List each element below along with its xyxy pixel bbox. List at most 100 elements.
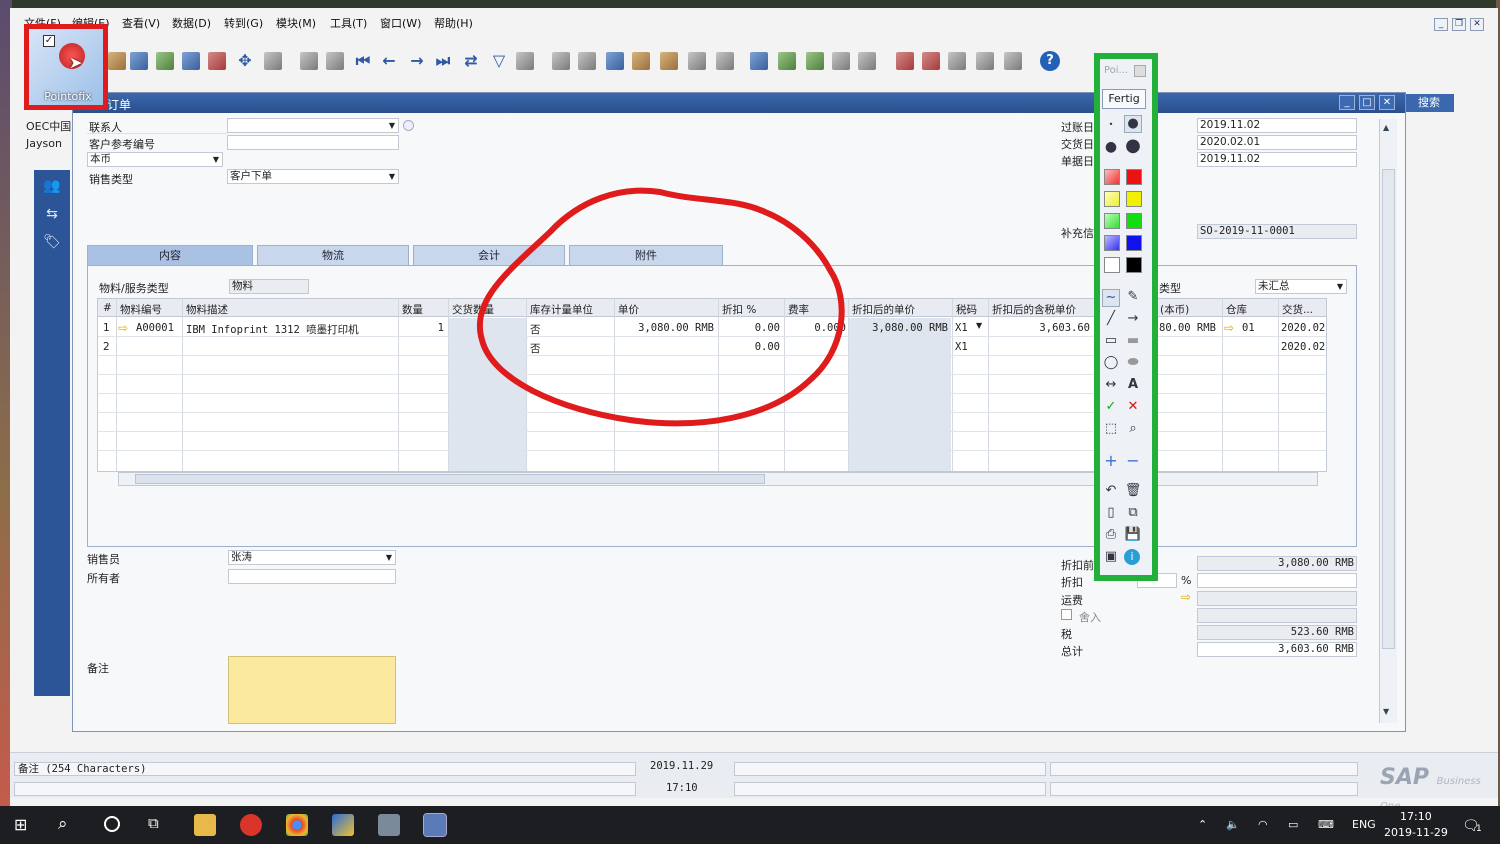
menu-view[interactable]: 查看(V) [122,15,160,31]
minimize-button[interactable]: _ [1434,18,1448,31]
search-icon[interactable]: ⌕ [58,814,68,834]
black-swatch[interactable] [1126,257,1142,273]
link-arrow-icon[interactable]: ⇨ [1181,590,1191,604]
filled-ellipse-icon[interactable]: ⬬ [1124,355,1142,371]
help-icon[interactable]: ? [1040,51,1060,71]
last-record-icon[interactable]: ⏭ [434,52,452,70]
chevron-up-icon[interactable]: ⌃ [1198,818,1207,831]
cortana-icon[interactable] [104,816,120,832]
zoom-in-icon[interactable]: + [1102,453,1120,469]
payment-icon[interactable] [632,52,650,70]
message-icon[interactable] [832,52,850,70]
row-1-rate[interactable]: 0.000 [784,322,846,334]
remarks-textarea[interactable] [228,656,396,724]
scroll-thumb[interactable] [1382,169,1395,649]
menu-tools[interactable]: 工具(T) [330,15,367,31]
check-icon[interactable]: ✓ [1102,399,1120,415]
scroll-down-icon[interactable]: ▼ [1383,707,1389,716]
row-1-item-code[interactable]: A00001 [136,322,174,334]
medium-dot-icon[interactable]: ● [1124,115,1142,133]
ellipse-icon[interactable]: ◯ [1102,355,1120,371]
book-icon[interactable] [688,52,706,70]
cross-icon[interactable]: ✕ [1124,399,1142,415]
app-windows-icon[interactable] [332,814,354,836]
posting-date-field[interactable]: 2019.11.02 [1197,118,1357,133]
salestype-select[interactable]: 客户下单 ▼ [227,169,399,184]
vertical-scrollbar[interactable]: ▲ ▼ [1379,119,1397,723]
menu-window[interactable]: 窗口(W) [380,15,421,31]
info-icon[interactable]: i [1124,549,1140,565]
restore-button[interactable]: ❐ [1452,18,1466,31]
checkbox-icon[interactable]: ✓ [43,35,55,47]
light-green-swatch[interactable] [1104,213,1120,229]
language-indicator[interactable]: ENG [1352,818,1376,831]
row-1-inventory-uom[interactable]: 否 [530,322,541,337]
base-document-icon[interactable] [552,52,570,70]
first-record-icon[interactable]: ⏮ [354,52,372,70]
large-dot-icon[interactable]: ● [1102,139,1120,155]
row-2-inventory-uom[interactable]: 否 [530,341,541,356]
small-dot-icon[interactable]: • [1102,117,1120,133]
users-icon[interactable]: 👥 [42,178,62,196]
screenshot-icon[interactable]: ▣ [1102,549,1120,565]
light-red-swatch[interactable] [1104,169,1120,185]
row-2-discount[interactable]: 0.00 [718,341,780,353]
item-type-field[interactable]: 物料 [229,279,309,294]
windows-start-icon[interactable]: ⊞ [14,816,32,834]
highlighter-icon[interactable]: ✎ [1124,289,1142,305]
yellow-swatch[interactable] [1126,191,1142,207]
new-document-icon[interactable] [778,52,796,70]
copy-icon[interactable]: ⧉ [1124,505,1142,521]
tab-logistics[interactable]: 物流 [257,245,409,265]
text-tool-icon[interactable]: A [1124,377,1142,393]
form-close-button[interactable]: ✕ [1379,95,1395,110]
find-icon[interactable] [300,52,318,70]
zoom-out-icon[interactable]: − [1124,453,1142,469]
workflow-icon[interactable]: ⇆ [42,206,62,224]
filter-icon[interactable]: ▽ [490,52,508,70]
menu-goto[interactable]: 转到(G) [224,15,263,31]
app-red-icon[interactable] [240,814,262,836]
link-icon[interactable] [403,120,414,131]
row-1-unit-price[interactable]: 3,080.00 RMB [616,322,714,334]
row-1-gross-price[interactable]: 3,603.60 [990,322,1090,334]
blue-swatch[interactable] [1126,235,1142,251]
owner-field[interactable] [228,569,396,584]
layout-icon[interactable] [716,52,734,70]
menu-data[interactable]: 数据(D) [172,15,211,31]
filled-rectangle-icon[interactable]: ▬ [1124,333,1142,349]
alert-icon[interactable] [896,52,914,70]
refresh-icon[interactable]: ⇄ [462,52,480,70]
chrome-icon[interactable] [286,814,308,836]
freehand-pen-icon[interactable]: ∼ [1102,289,1120,307]
form-maximize-button[interactable]: □ [1359,95,1375,110]
tools-icon[interactable] [378,814,400,836]
currency-select[interactable]: 本币 ▼ [87,152,223,167]
xlarge-dot-icon[interactable]: ● [1124,137,1142,155]
print-icon[interactable]: ⎙ [1102,527,1120,543]
trash-icon[interactable]: 🗑 [1124,483,1142,499]
new-page-icon[interactable]: ▯ [1102,505,1120,521]
search-tab[interactable]: 搜索 [1404,94,1454,112]
discount-amount-field[interactable] [1197,573,1357,588]
export-pdf-icon[interactable] [208,52,226,70]
export-excel-icon[interactable] [156,52,174,70]
gross-profit-icon[interactable] [606,52,624,70]
move-icon[interactable]: ✥ [236,52,254,70]
clock-time[interactable]: 17:10 [1400,810,1432,823]
settings-icon[interactable] [264,52,282,70]
row-1-discount[interactable]: 0.00 [718,322,780,334]
chat-icon[interactable] [858,52,876,70]
wifi-icon[interactable]: ◠ [1258,818,1268,831]
clock-date[interactable]: 2019-11-29 [1384,826,1448,839]
row-1-tax-code[interactable]: X1 [955,322,968,334]
white-swatch[interactable] [1104,257,1120,273]
red-swatch[interactable] [1126,169,1142,185]
next-record-icon[interactable]: → [408,52,426,70]
rounding-checkbox[interactable] [1061,609,1072,620]
network-icon[interactable] [976,52,994,70]
link-arrow-icon[interactable]: ⇨ [118,321,128,335]
sap-taskbar-icon[interactable] [423,813,447,837]
tag-icon[interactable]: 🏷 [42,234,62,252]
green-swatch[interactable] [1126,213,1142,229]
